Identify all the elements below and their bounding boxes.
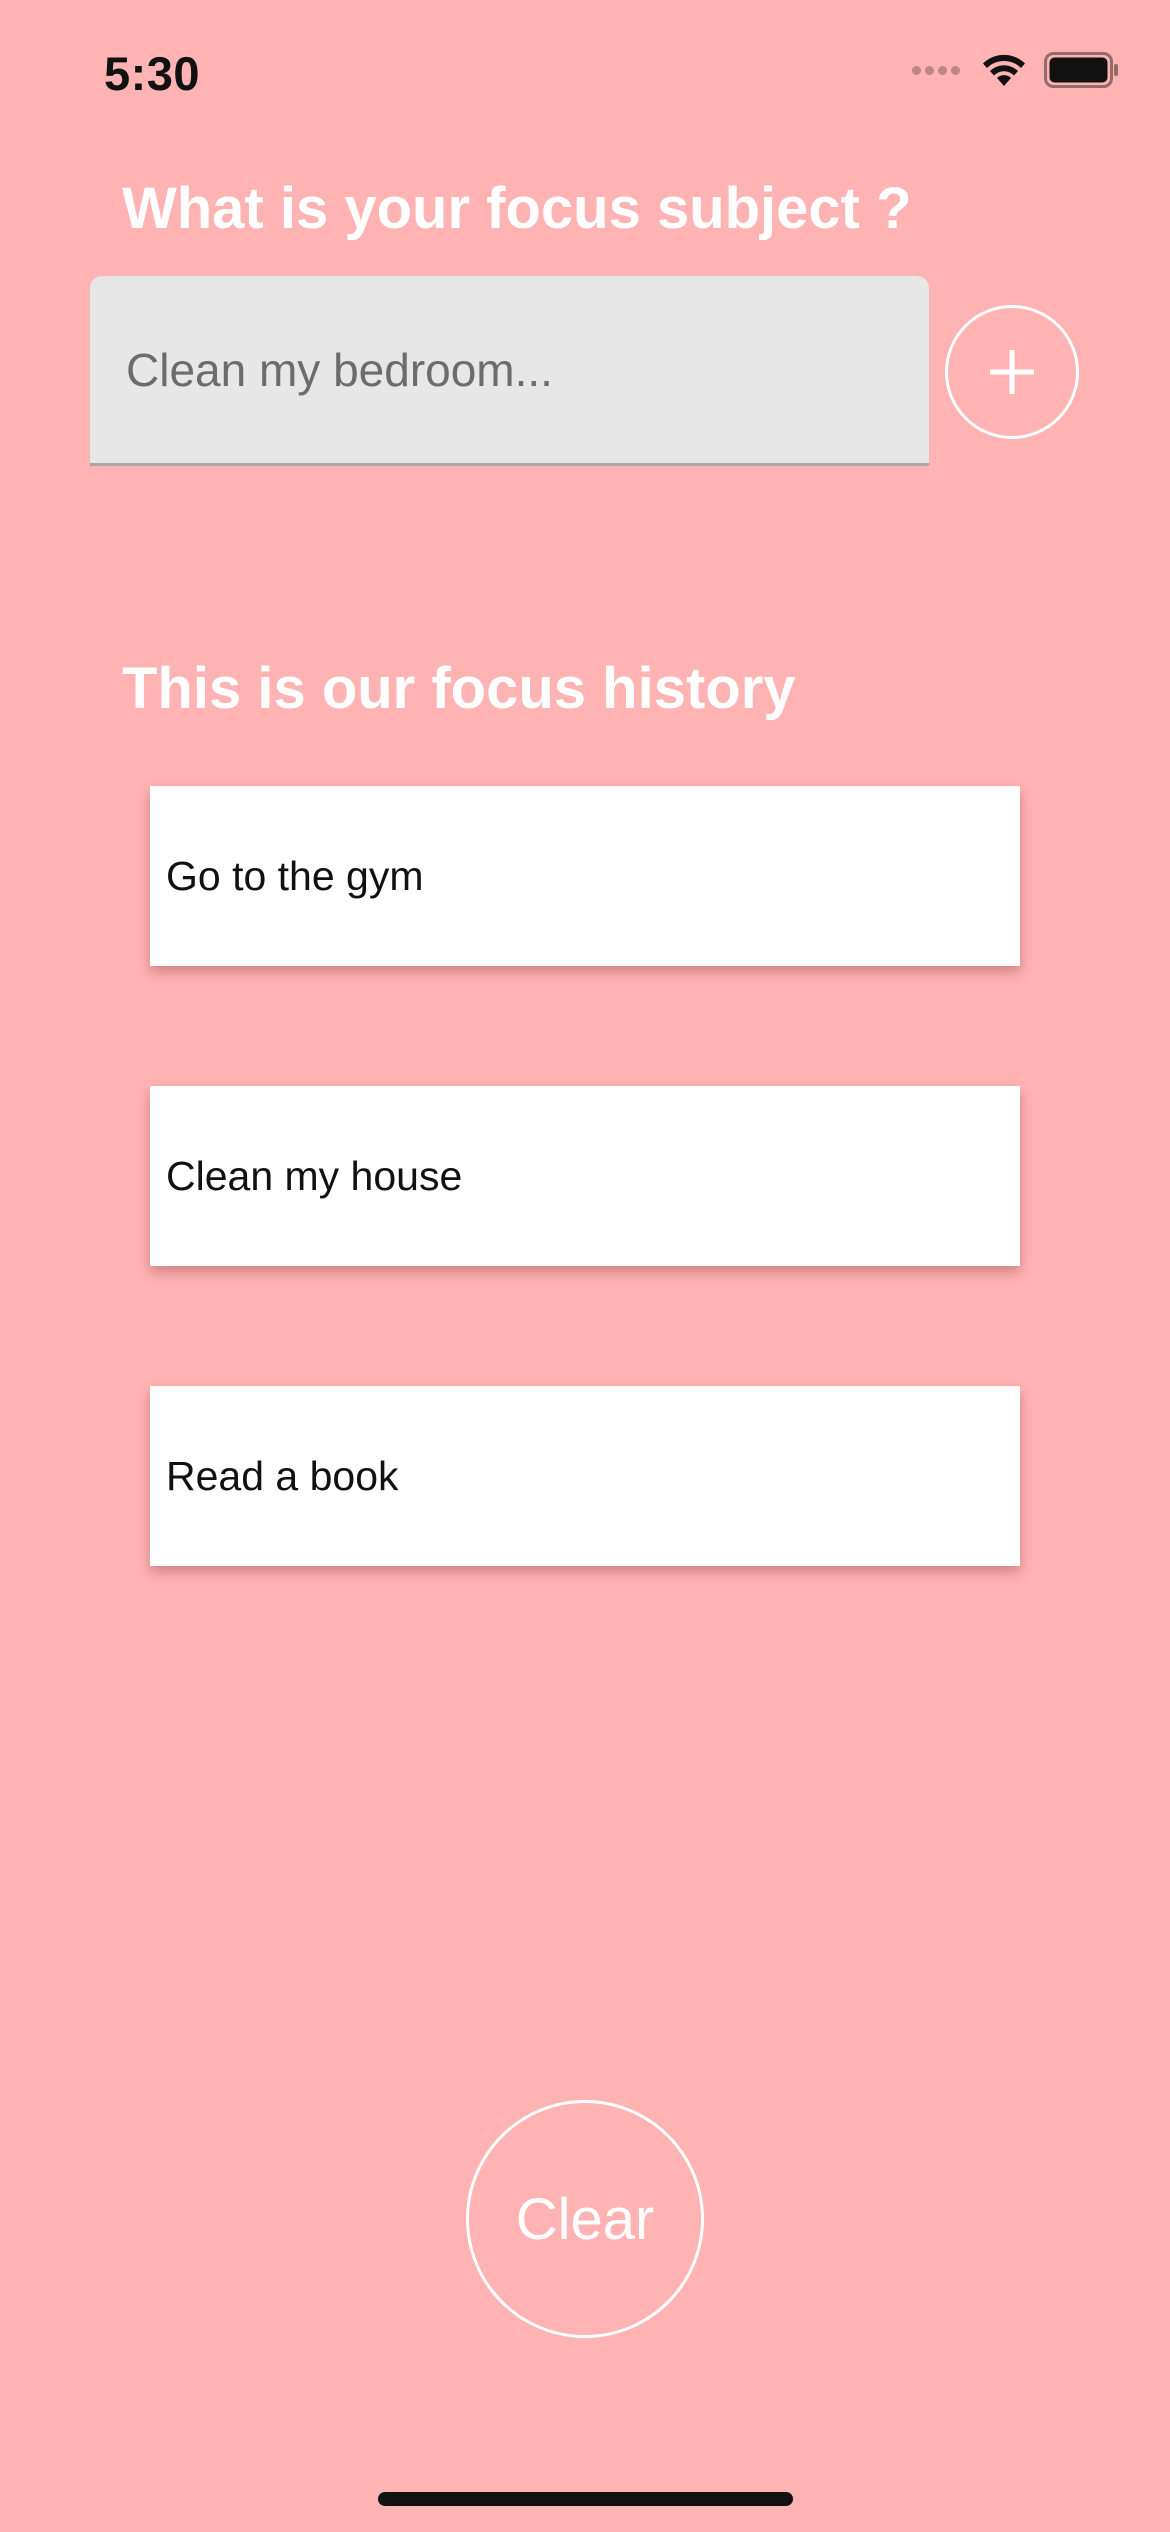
history-item-label: Clean my house <box>166 1152 463 1199</box>
wifi-icon <box>983 54 1025 86</box>
focus-subject-input[interactable] <box>90 276 929 466</box>
cellular-signal-icon <box>912 65 964 75</box>
plus-icon <box>990 350 1034 394</box>
home-indicator[interactable] <box>378 2492 793 2506</box>
battery-icon <box>1044 52 1118 88</box>
add-focus-button[interactable] <box>945 305 1079 439</box>
clear-history-button[interactable]: Clear <box>466 2100 704 2338</box>
focus-history-list: Go to the gym Clean my house Read a book <box>150 786 1020 1686</box>
history-item[interactable]: Go to the gym <box>150 786 1020 966</box>
history-item[interactable]: Read a book <box>150 1386 1020 1566</box>
app-screen: 5:30 What is your focus subject ? This i… <box>0 0 1170 2532</box>
focus-history-heading: This is our focus history <box>122 656 796 721</box>
status-icons <box>912 48 1120 92</box>
history-item-label: Go to the gym <box>166 852 424 899</box>
history-item-label: Read a book <box>166 1452 399 1499</box>
focus-subject-heading: What is your focus subject ? <box>122 176 912 241</box>
status-time: 5:30 <box>104 47 201 100</box>
history-item[interactable]: Clean my house <box>150 1086 1020 1266</box>
